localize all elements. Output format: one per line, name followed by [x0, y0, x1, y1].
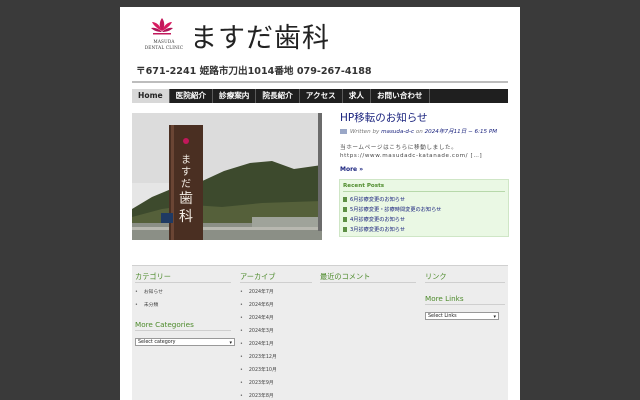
recent-post-link[interactable]: 3月診療変更のお知らせ — [343, 226, 405, 233]
sign-char-2: す — [181, 166, 191, 178]
post-author-icon — [340, 129, 347, 134]
archive-link[interactable]: 2024年3月 — [240, 327, 274, 334]
recent-post-link[interactable]: 6月診療変更のお知らせ — [343, 196, 405, 203]
nav-item-4[interactable]: アクセス — [300, 89, 343, 103]
recent-post-label: 5月診療変更・診療時間変更のお知らせ — [350, 207, 442, 213]
category-select[interactable]: Select category ▾ — [135, 338, 235, 346]
links-select-value: Select Links — [428, 314, 457, 319]
categories-divider — [135, 282, 231, 283]
links-divider — [425, 282, 505, 283]
links-select[interactable]: Select Links ▾ — [425, 312, 499, 320]
archive-link[interactable]: 2023年9月 — [240, 379, 274, 386]
meta-on: on — [415, 129, 423, 135]
footer-widgets: カテゴリー More Categories Select category ▾ ア… — [132, 265, 508, 400]
more-links-heading: More Links — [425, 294, 464, 303]
archive-link[interactable]: 2023年12月 — [240, 353, 277, 360]
site-title[interactable]: ますだ歯科 — [190, 21, 330, 57]
chevron-down-icon: ▾ — [493, 314, 496, 320]
post-title-link[interactable]: HP移転のお知らせ — [340, 110, 428, 125]
archive-heading: アーカイブ — [240, 272, 276, 281]
main-navigation: Home 医院紹介 診療案内 院長紹介 アクセス 求人 お問い合わせ — [132, 89, 508, 103]
category-select-value: Select category — [138, 340, 176, 345]
recent-post-label: 6月診療変更のお知らせ — [350, 197, 406, 203]
recent-post-label: 4月診療変更のお知らせ — [350, 217, 406, 223]
chevron-down-icon: ▾ — [229, 340, 232, 346]
nav-item-6[interactable]: お問い合わせ — [371, 89, 430, 103]
recent-comments-divider — [320, 282, 416, 283]
clinic-sign-photo: ま す だ 歯 科 — [132, 113, 322, 240]
nav-item-5[interactable]: 求人 — [343, 89, 371, 103]
post-excerpt: 当ホームページはこちらに移動しました。https://www.masudadc-… — [340, 145, 483, 159]
archive-link[interactable]: 2024年4月 — [240, 314, 274, 321]
archive-link[interactable]: 2023年8月 — [240, 392, 274, 399]
archive-link[interactable]: 2024年7月 — [240, 288, 274, 295]
nav-item-0[interactable]: Home — [132, 89, 170, 103]
sign-char-4: 歯 — [179, 191, 193, 207]
recent-post-link[interactable]: 4月診療変更のお知らせ — [343, 216, 405, 223]
more-categories-divider — [135, 330, 231, 331]
document-icon — [343, 197, 347, 202]
document-icon — [343, 227, 347, 232]
recent-post-link[interactable]: 5月診療変更・診療時間変更のお知らせ — [343, 206, 441, 213]
document-icon — [343, 207, 347, 212]
archive-link[interactable]: 2024年1月 — [240, 340, 274, 347]
page: MASUDA DENTAL CLINIC ますだ歯科 〒671-2241 姫路市… — [120, 7, 520, 400]
archive-link[interactable]: 2024年6月 — [240, 301, 274, 308]
links-heading: リンク — [425, 272, 447, 281]
header-divider — [132, 81, 508, 83]
archive-divider — [240, 282, 312, 283]
recent-posts-widget: Recent Posts 6月診療変更のお知らせ 5月診療変更・診療時間変更のお知… — [339, 179, 509, 237]
recent-comments-heading: 最近のコメント — [320, 272, 371, 281]
more-link[interactable]: More » — [340, 166, 363, 173]
nav-item-3[interactable]: 院長紹介 — [256, 89, 300, 103]
document-icon — [343, 217, 347, 222]
sign-char-1: ま — [181, 154, 191, 166]
nav-item-1[interactable]: 医院紹介 — [170, 89, 214, 103]
post-meta: Written by masuda-d-c on 2024年7月11日 − 6:… — [340, 127, 497, 135]
more-categories-heading: More Categories — [135, 320, 194, 329]
nav-item-2[interactable]: 診療案内 — [213, 89, 257, 103]
post-date-link[interactable]: 2024年7月11日 − 6:15 PM — [425, 129, 497, 135]
category-link[interactable]: お知らせ — [135, 288, 163, 295]
sign-char-5: 科 — [179, 209, 193, 225]
recent-post-label: 3月診療変更のお知らせ — [350, 227, 406, 233]
recent-posts-divider — [343, 191, 505, 192]
sign-char-3: だ — [181, 178, 191, 190]
hero-image: ま す だ 歯 科 — [132, 113, 322, 240]
recent-posts-title: Recent Posts — [343, 183, 385, 189]
clinic-address: 〒671-2241 姫路市刀出1014番地 079-267-4188 — [136, 66, 372, 77]
logo-text-line2: DENTAL CLINIC — [144, 45, 184, 50]
categories-heading: カテゴリー — [135, 272, 171, 281]
post-author-link[interactable]: masuda-d-c — [381, 129, 414, 135]
more-links-divider — [425, 304, 505, 305]
meta-written-by: Written by — [350, 129, 380, 135]
logo-text-line1: MASUDA — [153, 39, 175, 44]
lotus-logo-icon — [151, 18, 173, 35]
category-link[interactable]: 未分類 — [135, 301, 158, 308]
archive-link[interactable]: 2023年10月 — [240, 366, 277, 373]
